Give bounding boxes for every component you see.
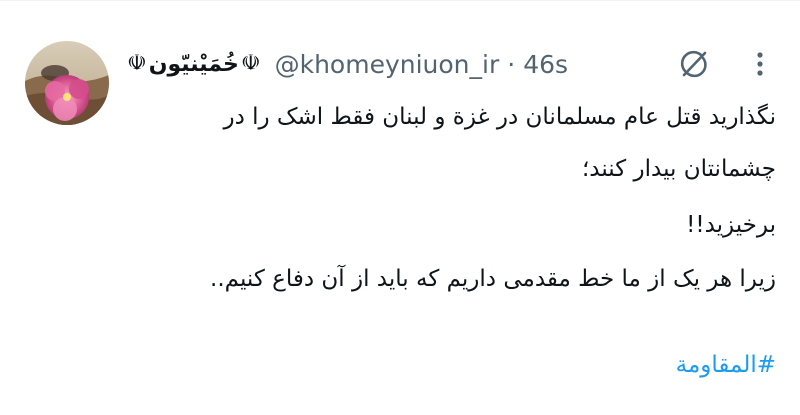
- username-handle[interactable]: @khomeyniuon_ir: [275, 50, 500, 79]
- emblem-left: ☫: [127, 51, 147, 76]
- avatar[interactable]: [25, 41, 109, 125]
- tweet-text-line: برخیزید!!: [686, 212, 776, 238]
- emblem-right: ☫: [240, 51, 261, 76]
- tweet-header: ☫ خُمَیْنیّون ☫ @khomeyniuon_ir · 46s: [127, 44, 568, 84]
- more-vertical-icon[interactable]: [742, 46, 778, 82]
- tweet-text-line: نگذارید قتل عام مسلمانان در غزة و لبنان …: [223, 104, 776, 130]
- top-divider: [0, 0, 800, 1]
- grok-icon[interactable]: [676, 46, 712, 82]
- separator-dot: ·: [507, 49, 516, 79]
- avatar-image: [25, 41, 109, 125]
- tweet-text-line: زیرا هر یک از ما خط مقدمی داریم که باید …: [210, 266, 776, 292]
- tweet-text-line: چشمانتان بیدار کنند؛: [581, 156, 776, 182]
- display-name[interactable]: خُمَیْنیّون: [149, 52, 239, 77]
- timestamp[interactable]: 46s: [523, 50, 568, 79]
- hashtag-link[interactable]: #المقاومة: [127, 352, 776, 378]
